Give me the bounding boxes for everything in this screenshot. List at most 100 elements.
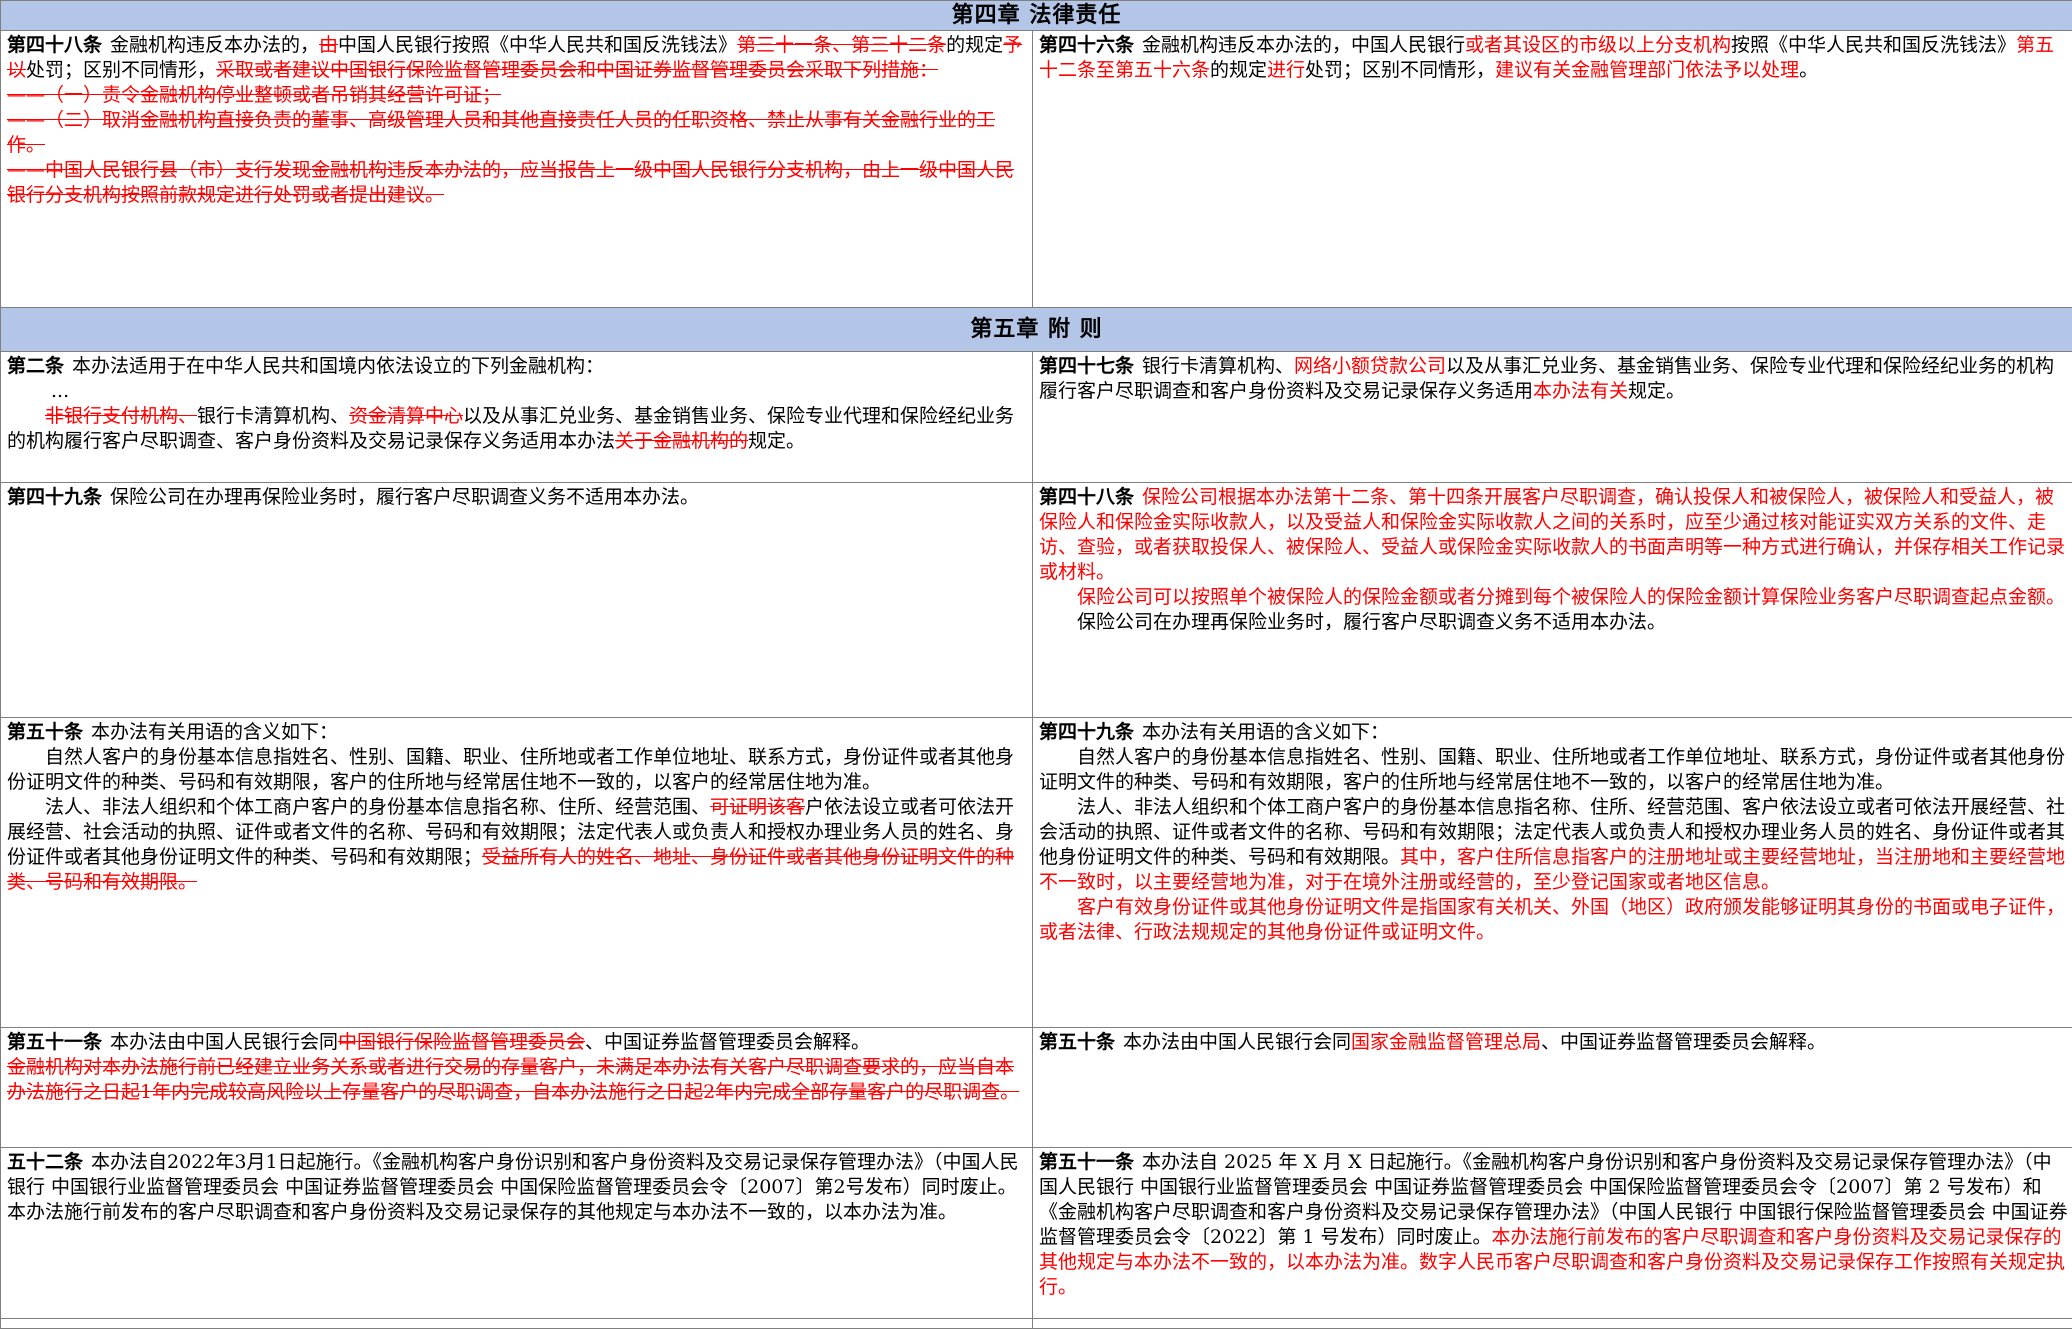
old-article-2-para-2: 非银行支付机构、银行卡清算机构、资金清算中心以及从事汇兑业务、基金销售业务、保险… (7, 404, 1028, 454)
new-article-51-para-1: 第五十一条本办法自 2025 年 X 月 X 日起施行。《金融机构客户身份识别和… (1039, 1150, 2068, 1300)
article-number: 第四十九条 (7, 486, 102, 508)
new-article-49-para-1: 第四十九条本办法有关用语的含义如下： (1039, 720, 2068, 745)
deleted-text: 中国银行保险监督管理委员会 (338, 1031, 585, 1053)
text-run: 规定。 (1628, 380, 1685, 402)
old-article-2-para-1: 第二条本办法适用于在中华人民共和国境内依法设立的下列金融机构： (7, 354, 1028, 379)
table-row: 第二条本办法适用于在中华人民共和国境内依法设立的下列金融机构： ... 非银行支… (1, 352, 2072, 483)
new-article-46-para-1: 第四十六条金融机构违反本办法的，中国人民银行或者其设区的市级以上分支机构按照《中… (1039, 33, 2068, 83)
inserted-text: 客户有效身份证件或其他身份证明文件是指国家有关机关、外国（地区）政府颁发能够证明… (1039, 896, 2065, 943)
text-run: 的规定 (946, 34, 1003, 56)
article-number: 第五十一条 (7, 1031, 102, 1053)
new-article-48-para-3: 保险公司在办理再保险业务时，履行客户尽职调查义务不适用本办法。 (1039, 610, 2068, 635)
article-number: 第四十八条 (1039, 486, 1134, 508)
article-number: 第五十条 (1039, 1031, 1115, 1053)
text-run: 银行卡清算机构、 (1142, 355, 1294, 377)
inserted-text: 建议有关金融管理部门依法予以处理 (1495, 59, 1799, 81)
old-article-51-cell: 第五十一条本办法由中国人民银行会同中国银行保险监督管理委员会、中国证券监督管理委… (1, 1028, 1033, 1148)
text-run: 处罚；区别不同情形， (1305, 59, 1495, 81)
article-number: 第五十一条 (1039, 1151, 1134, 1173)
old-article-48-para-3: ——（二）取消金融机构直接负责的董事、高级管理人员和其他直接责任人员的任职资格、… (7, 108, 1028, 158)
table-row: 第四十八条金融机构违反本办法的，由中国人民银行按照《中华人民共和国反洗钱法》第三… (1, 31, 2072, 308)
text-run: 规定。 (748, 430, 805, 452)
text-run: 本办法适用于在中华人民共和国境内依法设立的下列金融机构： (72, 355, 604, 377)
article-number: 第四十八条 (7, 34, 102, 56)
text-run: 、中国证券监督管理委员会解释。 (1541, 1031, 1826, 1053)
old-article-48-para-4: ——中国人民银行县（市）支行发现金融机构违反本办法的，应当报告上一级中国人民银行… (7, 158, 1028, 208)
old-article-48-para-1: 第四十八条金融机构违反本办法的，由中国人民银行按照《中华人民共和国反洗钱法》第三… (7, 33, 1028, 83)
text-run: 保险公司在办理再保险业务时，履行客户尽职调查义务不适用本办法。 (110, 486, 699, 508)
text-run: 本办法由中国人民银行会同 (110, 1031, 338, 1053)
table-row: 五十二条本办法自2022年3月1日起施行。《金融机构客户身份识别和客户身份资料及… (1, 1148, 2072, 1319)
old-article-49-para-1: 第四十九条保险公司在办理再保险业务时，履行客户尽职调查义务不适用本办法。 (7, 485, 1028, 510)
new-article-47-cell: 第四十七条银行卡清算机构、网络小额贷款公司以及从事汇兑业务、基金销售业务、保险专… (1033, 352, 2072, 483)
chapter-row-5: 第五章 附 则 (1, 308, 2072, 352)
article-text: 本办法由中国人民银行会同中国银行保险监督管理委员会、中国证券监督管理委员会解释。 (110, 1031, 870, 1053)
empty-cell (1033, 1319, 2072, 1329)
article-text: 金融机构违反本办法的，由中国人民银行按照《中华人民共和国反洗钱法》第三十一条、第… (7, 34, 1022, 81)
text-run: 按照《中华人民共和国反洗钱法》 (1731, 34, 2016, 56)
article-number: 第四十七条 (1039, 355, 1134, 377)
text-run: 的规定 (1210, 59, 1267, 81)
text-run: 金融机构违反本办法的， (110, 34, 319, 56)
new-article-49-para-4: 客户有效身份证件或其他身份证明文件是指国家有关机关、外国（地区）政府颁发能够证明… (1039, 895, 2068, 945)
table-row: 第五十一条本办法由中国人民银行会同中国银行保险监督管理委员会、中国证券监督管理委… (1, 1028, 2072, 1148)
article-text: 银行卡清算机构、网络小额贷款公司以及从事汇兑业务、基金销售业务、保险专业代理和保… (1039, 355, 2054, 402)
chapter-title-5: 第五章 附 则 (1, 308, 2072, 352)
comparison-table: 第四章 法律责任 第四十八条金融机构违反本办法的，由中国人民银行按照《中华人民共… (0, 0, 2072, 1329)
chapter-row-4: 第四章 法律责任 (1, 1, 2072, 31)
inserted-text: 本办法有关 (1533, 380, 1628, 402)
text-run: 。 (1799, 59, 1818, 81)
old-article-48-para-2: ——（一）责令金融机构停业整顿或者吊销其经营许可证； (7, 83, 1028, 108)
deleted-text: 金融机构对本办法施行前已经建立业务关系或者进行交易的存量客户，未满足本办法有关客… (7, 1056, 1019, 1103)
text-run: 中国人民银行按照《中华人民共和国反洗钱法》 (338, 34, 737, 56)
article-number: 第二条 (7, 355, 64, 377)
article-text: 本办法由中国人民银行会同国家金融监督管理总局、中国证券监督管理委员会解释。 (1123, 1031, 1826, 1053)
new-article-46-cell: 第四十六条金融机构违反本办法的，中国人民银行或者其设区的市级以上分支机构按照《中… (1033, 31, 2072, 308)
old-article-50-para-1: 第五十条本办法有关用语的含义如下： (7, 720, 1028, 745)
deleted-text: 资金清算中心 (349, 405, 463, 427)
old-article-51-para-1: 第五十一条本办法由中国人民银行会同中国银行保险监督管理委员会、中国证券监督管理委… (7, 1030, 1028, 1055)
old-article-48-cell: 第四十八条金融机构违反本办法的，由中国人民银行按照《中华人民共和国反洗钱法》第三… (1, 31, 1033, 308)
new-article-48-para-2: 保险公司可以按照单个被保险人的保险金额或者分摊到每个被保险人的保险金额计算保险业… (1039, 585, 2068, 610)
text-run: 本办法由中国人民银行会同 (1123, 1031, 1351, 1053)
old-article-52-cell: 五十二条本办法自2022年3月1日起施行。《金融机构客户身份识别和客户身份资料及… (1, 1148, 1033, 1319)
deleted-text: 采取或者建议中国银行保险监督管理委员会和中国证券监督管理委员会采取下列措施： (216, 59, 938, 81)
omission-dots: ... (7, 379, 1028, 404)
old-article-51-para-2: 金融机构对本办法施行前已经建立业务关系或者进行交易的存量客户，未满足本办法有关客… (7, 1055, 1028, 1105)
new-article-49-cell: 第四十九条本办法有关用语的含义如下： 自然人客户的身份基本信息指姓名、性别、国籍… (1033, 718, 2072, 1028)
chapter-title-4: 第四章 法律责任 (1, 1, 2072, 31)
new-article-48-para-1: 第四十八条保险公司根据本办法第十二条、第十四条开展客户尽职调查，确认投保人和被保… (1039, 485, 2068, 585)
article-text: 本办法自 2025 年 X 月 X 日起施行。《金融机构客户身份识别和客户身份资… (1039, 1151, 2068, 1298)
deleted-text: 第三十一条、第三十二条 (737, 34, 946, 56)
article-text: 本办法自2022年3月1日起施行。《金融机构客户身份识别和客户身份资料及交易记录… (7, 1151, 1019, 1223)
text-run: 法人、非法人组织和个体工商户客户的身份基本信息指名称、住所、经营范围、 (45, 796, 710, 818)
new-article-49-para-2: 自然人客户的身份基本信息指姓名、性别、国籍、职业、住所地或者工作单位地址、联系方… (1039, 745, 2068, 795)
old-article-2-cell: 第二条本办法适用于在中华人民共和国境内依法设立的下列金融机构： ... 非银行支… (1, 352, 1033, 483)
table-row (1, 1319, 2072, 1329)
empty-cell (1, 1319, 1033, 1329)
text-run: 银行卡清算机构、 (197, 405, 349, 427)
article-text: 本办法适用于在中华人民共和国境内依法设立的下列金融机构： (72, 355, 604, 377)
article-text: 保险公司在办理再保险业务时，履行客户尽职调查义务不适用本办法。 (110, 486, 699, 508)
deleted-text: 关于金融机构的 (615, 430, 748, 452)
inserted-text: 保险公司根据本办法第十二条、第十四条开展客户尽职调查，确认投保人和被保险人，被保… (1039, 486, 2065, 583)
new-article-50-para-1: 第五十条本办法由中国人民银行会同国家金融监督管理总局、中国证券监督管理委员会解释… (1039, 1030, 2068, 1055)
table-row: 第五十条本办法有关用语的含义如下： 自然人客户的身份基本信息指姓名、性别、国籍、… (1, 718, 2072, 1028)
new-article-48-cell: 第四十八条保险公司根据本办法第十二条、第十四条开展客户尽职调查，确认投保人和被保… (1033, 483, 2072, 718)
new-article-51-cell: 第五十一条本办法自 2025 年 X 月 X 日起施行。《金融机构客户身份识别和… (1033, 1148, 2072, 1319)
article-text: 金融机构违反本办法的，中国人民银行或者其设区的市级以上分支机构按照《中华人民共和… (1039, 34, 2054, 81)
old-article-50-cell: 第五十条本办法有关用语的含义如下： 自然人客户的身份基本信息指姓名、性别、国籍、… (1, 718, 1033, 1028)
article-number: 五十二条 (7, 1151, 83, 1173)
article-text: 本办法有关用语的含义如下： (1142, 721, 1389, 743)
inserted-text: 保险公司可以按照单个被保险人的保险金额或者分摊到每个被保险人的保险金额计算保险业… (1077, 586, 2065, 608)
article-text: 保险公司根据本办法第十二条、第十四条开展客户尽职调查，确认投保人和被保险人，被保… (1039, 486, 2065, 583)
inserted-text: 进行 (1267, 59, 1305, 81)
text-run: 本办法自2022年3月1日起施行。《金融机构客户身份识别和客户身份资料及交易记录… (7, 1151, 1019, 1223)
article-number: 第四十六条 (1039, 34, 1134, 56)
deleted-text: 可证明该客 (710, 796, 805, 818)
new-article-47-para-1: 第四十七条银行卡清算机构、网络小额贷款公司以及从事汇兑业务、基金销售业务、保险专… (1039, 354, 2068, 404)
article-number: 第四十九条 (1039, 721, 1134, 743)
inserted-text: 或者其设区的市级以上分支机构 (1465, 34, 1731, 56)
text-run: 、中国证券监督管理委员会解释。 (585, 1031, 870, 1053)
article-number: 第五十条 (7, 721, 83, 743)
